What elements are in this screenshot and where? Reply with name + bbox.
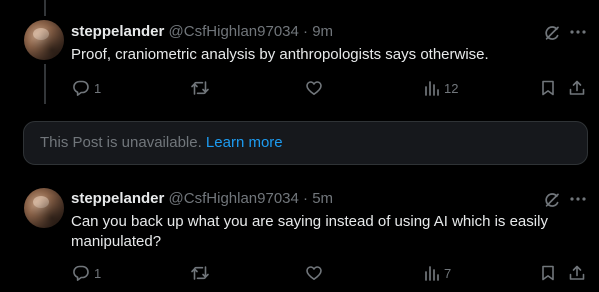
like-button[interactable] xyxy=(305,263,327,283)
views-button[interactable]: 7 xyxy=(424,263,451,283)
views-count: 12 xyxy=(444,80,459,96)
more-icon[interactable] xyxy=(568,22,588,42)
reply-icon xyxy=(73,265,89,281)
timestamp[interactable]: 5m xyxy=(312,190,333,207)
like-icon xyxy=(306,81,322,95)
views-count: 7 xyxy=(444,265,452,281)
share-button[interactable] xyxy=(568,78,586,98)
views-button[interactable]: 12 xyxy=(424,78,458,98)
bookmark-button[interactable] xyxy=(540,263,556,283)
reply-icon xyxy=(73,80,89,96)
repost-button[interactable] xyxy=(190,78,214,98)
share-icon xyxy=(569,80,585,95)
reply-button[interactable]: 1 xyxy=(72,78,101,98)
post-text: Proof, craniometric analysis by anthropo… xyxy=(71,46,489,63)
like-button[interactable] xyxy=(305,78,327,98)
share-icon xyxy=(569,265,585,280)
dot-separator: · xyxy=(303,23,309,40)
post-header: steppelander @CsfHighlan97034 · 9m xyxy=(71,22,333,42)
reply-count: 1 xyxy=(94,80,102,96)
thread-line-post-1 xyxy=(44,64,46,104)
author-handle[interactable]: @CsfHighlan97034 xyxy=(169,190,299,207)
repost-button[interactable] xyxy=(190,263,214,283)
grok-icon[interactable] xyxy=(542,190,562,210)
post-text: Can you back up what you are saying inst… xyxy=(71,213,548,250)
author-name[interactable]: steppelander xyxy=(71,23,164,40)
reply-count: 1 xyxy=(94,265,102,281)
avatar[interactable] xyxy=(24,20,64,60)
dot-separator: · xyxy=(303,190,309,207)
repost-icon xyxy=(191,266,209,280)
grok-icon[interactable] xyxy=(542,23,562,43)
thread-line-top xyxy=(44,0,46,16)
learn-more-link[interactable]: Learn more xyxy=(206,134,283,151)
post-header: steppelander @CsfHighlan97034 · 5m xyxy=(71,189,333,209)
timestamp[interactable]: 9m xyxy=(312,23,333,40)
author-name[interactable]: steppelander xyxy=(71,190,164,207)
author-handle[interactable]: @CsfHighlan97034 xyxy=(169,23,299,40)
more-icon[interactable] xyxy=(568,189,588,209)
bookmark-icon xyxy=(542,80,554,96)
views-icon xyxy=(425,81,439,96)
like-icon xyxy=(306,266,322,280)
post-unavailable-card: This Post is unavailable. Learn more xyxy=(23,121,588,165)
avatar[interactable] xyxy=(24,188,64,228)
bookmark-button[interactable] xyxy=(540,78,556,98)
unavailable-message: This Post is unavailable. xyxy=(40,134,202,151)
share-button[interactable] xyxy=(568,263,586,283)
reply-button[interactable]: 1 xyxy=(72,263,101,283)
repost-icon xyxy=(191,81,209,95)
views-icon xyxy=(425,266,439,281)
bookmark-icon xyxy=(542,265,554,281)
